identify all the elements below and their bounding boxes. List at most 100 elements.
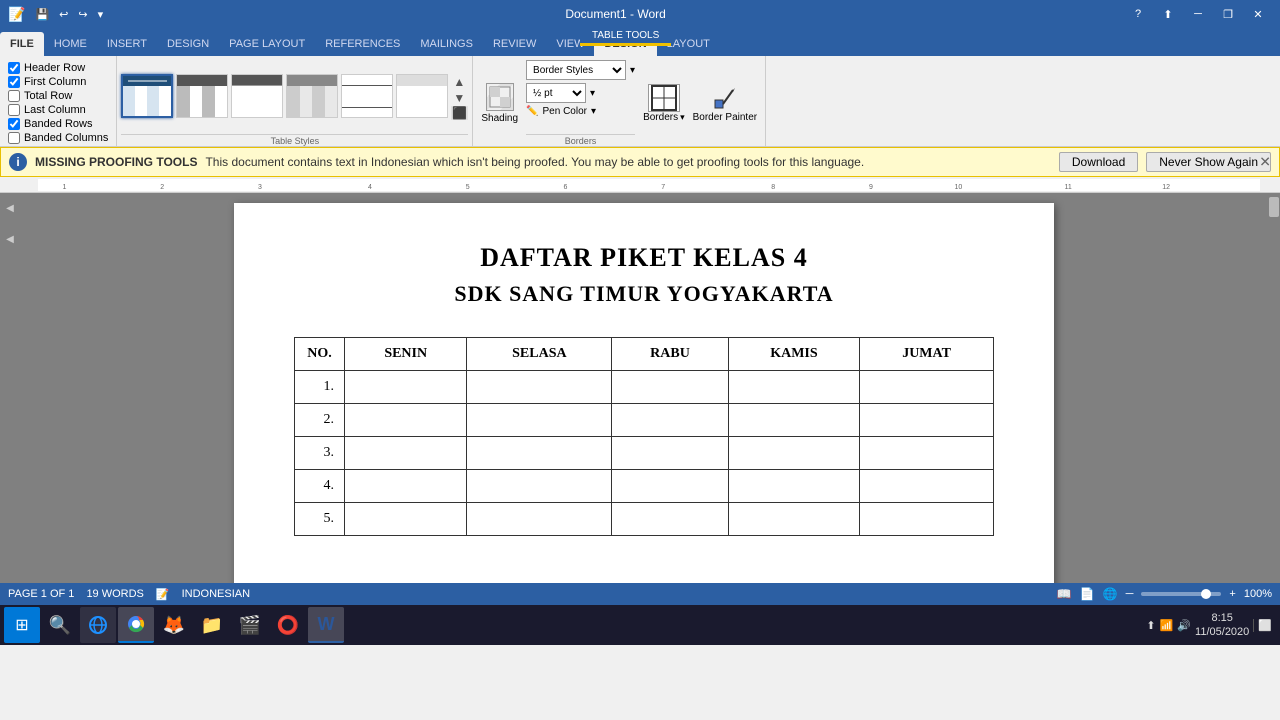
cell-data[interactable] [345,470,467,503]
undo-qa-btn[interactable]: ↩ [55,6,72,23]
minimize-btn[interactable]: ─ [1184,4,1212,24]
read-mode-icon[interactable]: 📖 [1057,587,1072,601]
margin-arrow-top[interactable]: ◀ [6,203,14,214]
pen-weight-select[interactable]: ½ pt [526,83,586,103]
table-style-selected[interactable] [121,74,173,118]
taskbar-app7[interactable]: ⭕ [270,607,306,643]
start-button[interactable]: ⊞ [4,607,40,643]
document-area[interactable]: DAFTAR PIKET KELAS 4 SDK SANG TIMUR YOGY… [20,193,1268,583]
table-style-2[interactable] [176,74,228,118]
tab-references[interactable]: REFERENCES [315,32,410,56]
margin-arrow-bottom[interactable]: ◀ [6,234,14,245]
last-column-checkbox[interactable] [8,104,20,116]
table-style-4[interactable] [286,74,338,118]
zoom-out-btn[interactable]: ─ [1126,588,1134,600]
cell-data[interactable] [612,470,728,503]
zoom-slider[interactable] [1141,592,1221,596]
cell-data[interactable] [467,470,612,503]
cell-data[interactable] [467,371,612,404]
total-row-checkbox[interactable] [8,90,20,102]
cell-data[interactable] [612,371,728,404]
tab-review[interactable]: REVIEW [483,32,546,56]
cell-data[interactable] [612,503,728,536]
scrollbar[interactable] [1268,193,1280,583]
table-style-3[interactable] [231,74,283,118]
print-layout-icon[interactable]: 📄 [1080,587,1095,601]
never-show-button[interactable]: Never Show Again [1146,152,1271,172]
scrollbar-thumb[interactable] [1269,197,1279,217]
taskbar-filmora[interactable]: 🎬 [232,607,268,643]
taskbar-chrome[interactable] [118,607,154,643]
cell-data[interactable] [345,437,467,470]
taskbar-ie[interactable] [80,607,116,643]
last-column-option[interactable]: Last Column [8,104,108,116]
cell-data[interactable] [860,371,994,404]
first-column-option[interactable]: First Column [8,76,108,88]
tab-file[interactable]: FILE [0,32,44,56]
taskbar-word[interactable]: W [308,607,344,643]
cell-data[interactable] [728,503,859,536]
cell-data[interactable] [728,371,859,404]
table-style-5[interactable] [341,74,393,118]
taskbar-systray[interactable]: ⬆ [1146,619,1155,632]
cell-no[interactable]: 2. [295,404,345,437]
web-layout-icon[interactable]: 🌐 [1103,587,1118,601]
help-btn[interactable]: ? [1124,4,1152,24]
cell-data[interactable] [612,404,728,437]
tab-home[interactable]: HOME [44,32,97,56]
restore-btn[interactable]: ❐ [1214,4,1242,24]
cell-data[interactable] [860,470,994,503]
taskbar-show-desktop[interactable]: ⬜ [1253,619,1272,632]
banded-columns-option[interactable]: Banded Columns [8,132,108,144]
taskbar-explorer[interactable]: 📁 [194,607,230,643]
cell-data[interactable] [612,437,728,470]
banded-rows-checkbox[interactable] [8,118,20,130]
taskbar-network[interactable]: 📶 [1160,619,1174,632]
banded-columns-checkbox[interactable] [8,132,20,144]
close-btn[interactable]: ✕ [1244,4,1272,24]
cell-data[interactable] [860,437,994,470]
zoom-thumb[interactable] [1201,589,1211,599]
cell-data[interactable] [467,437,612,470]
cell-data[interactable] [728,470,859,503]
redo-qa-btn[interactable]: ↪ [74,6,91,23]
cell-data[interactable] [467,503,612,536]
spell-check-icon[interactable]: 📝 [156,588,170,601]
cell-data[interactable] [728,437,859,470]
tab-mailings[interactable]: MAILINGS [410,32,483,56]
cell-data[interactable] [345,404,467,437]
cell-no[interactable]: 1. [295,371,345,404]
cell-data[interactable] [860,503,994,536]
cell-no[interactable]: 3. [295,437,345,470]
cell-data[interactable] [728,404,859,437]
borders-dropdown-arrow[interactable]: ▾ [680,112,685,123]
pen-weight-dropdown[interactable]: ▾ [590,88,595,99]
cell-data[interactable] [345,371,467,404]
info-close-button[interactable]: ✕ [1257,152,1273,173]
zoom-level[interactable]: 100% [1244,588,1272,600]
ribbon-toggle-btn[interactable]: ⬆ [1154,4,1182,24]
banded-rows-option[interactable]: Banded Rows [8,118,108,130]
tab-design-doc[interactable]: DESIGN [157,32,219,56]
border-painter-button[interactable]: Border Painter [693,84,757,123]
taskbar-search[interactable]: 🔍 [42,607,78,643]
table-style-6[interactable] [396,74,448,118]
styles-more[interactable]: ⬛ [451,106,468,120]
styles-scroll-up[interactable]: ▲ [451,74,468,90]
shading-button[interactable]: Shading [481,83,518,124]
border-styles-dropdown[interactable]: ▾ [630,65,635,76]
taskbar-firefox[interactable]: 🦊 [156,607,192,643]
total-row-option[interactable]: Total Row [8,90,108,102]
header-row-option[interactable]: Header Row [8,62,108,74]
taskbar-sound[interactable]: 🔊 [1177,619,1191,632]
language[interactable]: INDONESIAN [182,588,250,600]
first-column-checkbox[interactable] [8,76,20,88]
tab-page-layout[interactable]: PAGE LAYOUT [219,32,315,56]
cell-data[interactable] [467,404,612,437]
header-row-checkbox[interactable] [8,62,20,74]
border-styles-select[interactable]: Border Styles [526,60,626,80]
styles-scroll-down[interactable]: ▼ [451,90,468,106]
cell-no[interactable]: 4. [295,470,345,503]
tab-insert[interactable]: INSERT [97,32,157,56]
save-qa-btn[interactable]: 💾 [31,6,53,23]
